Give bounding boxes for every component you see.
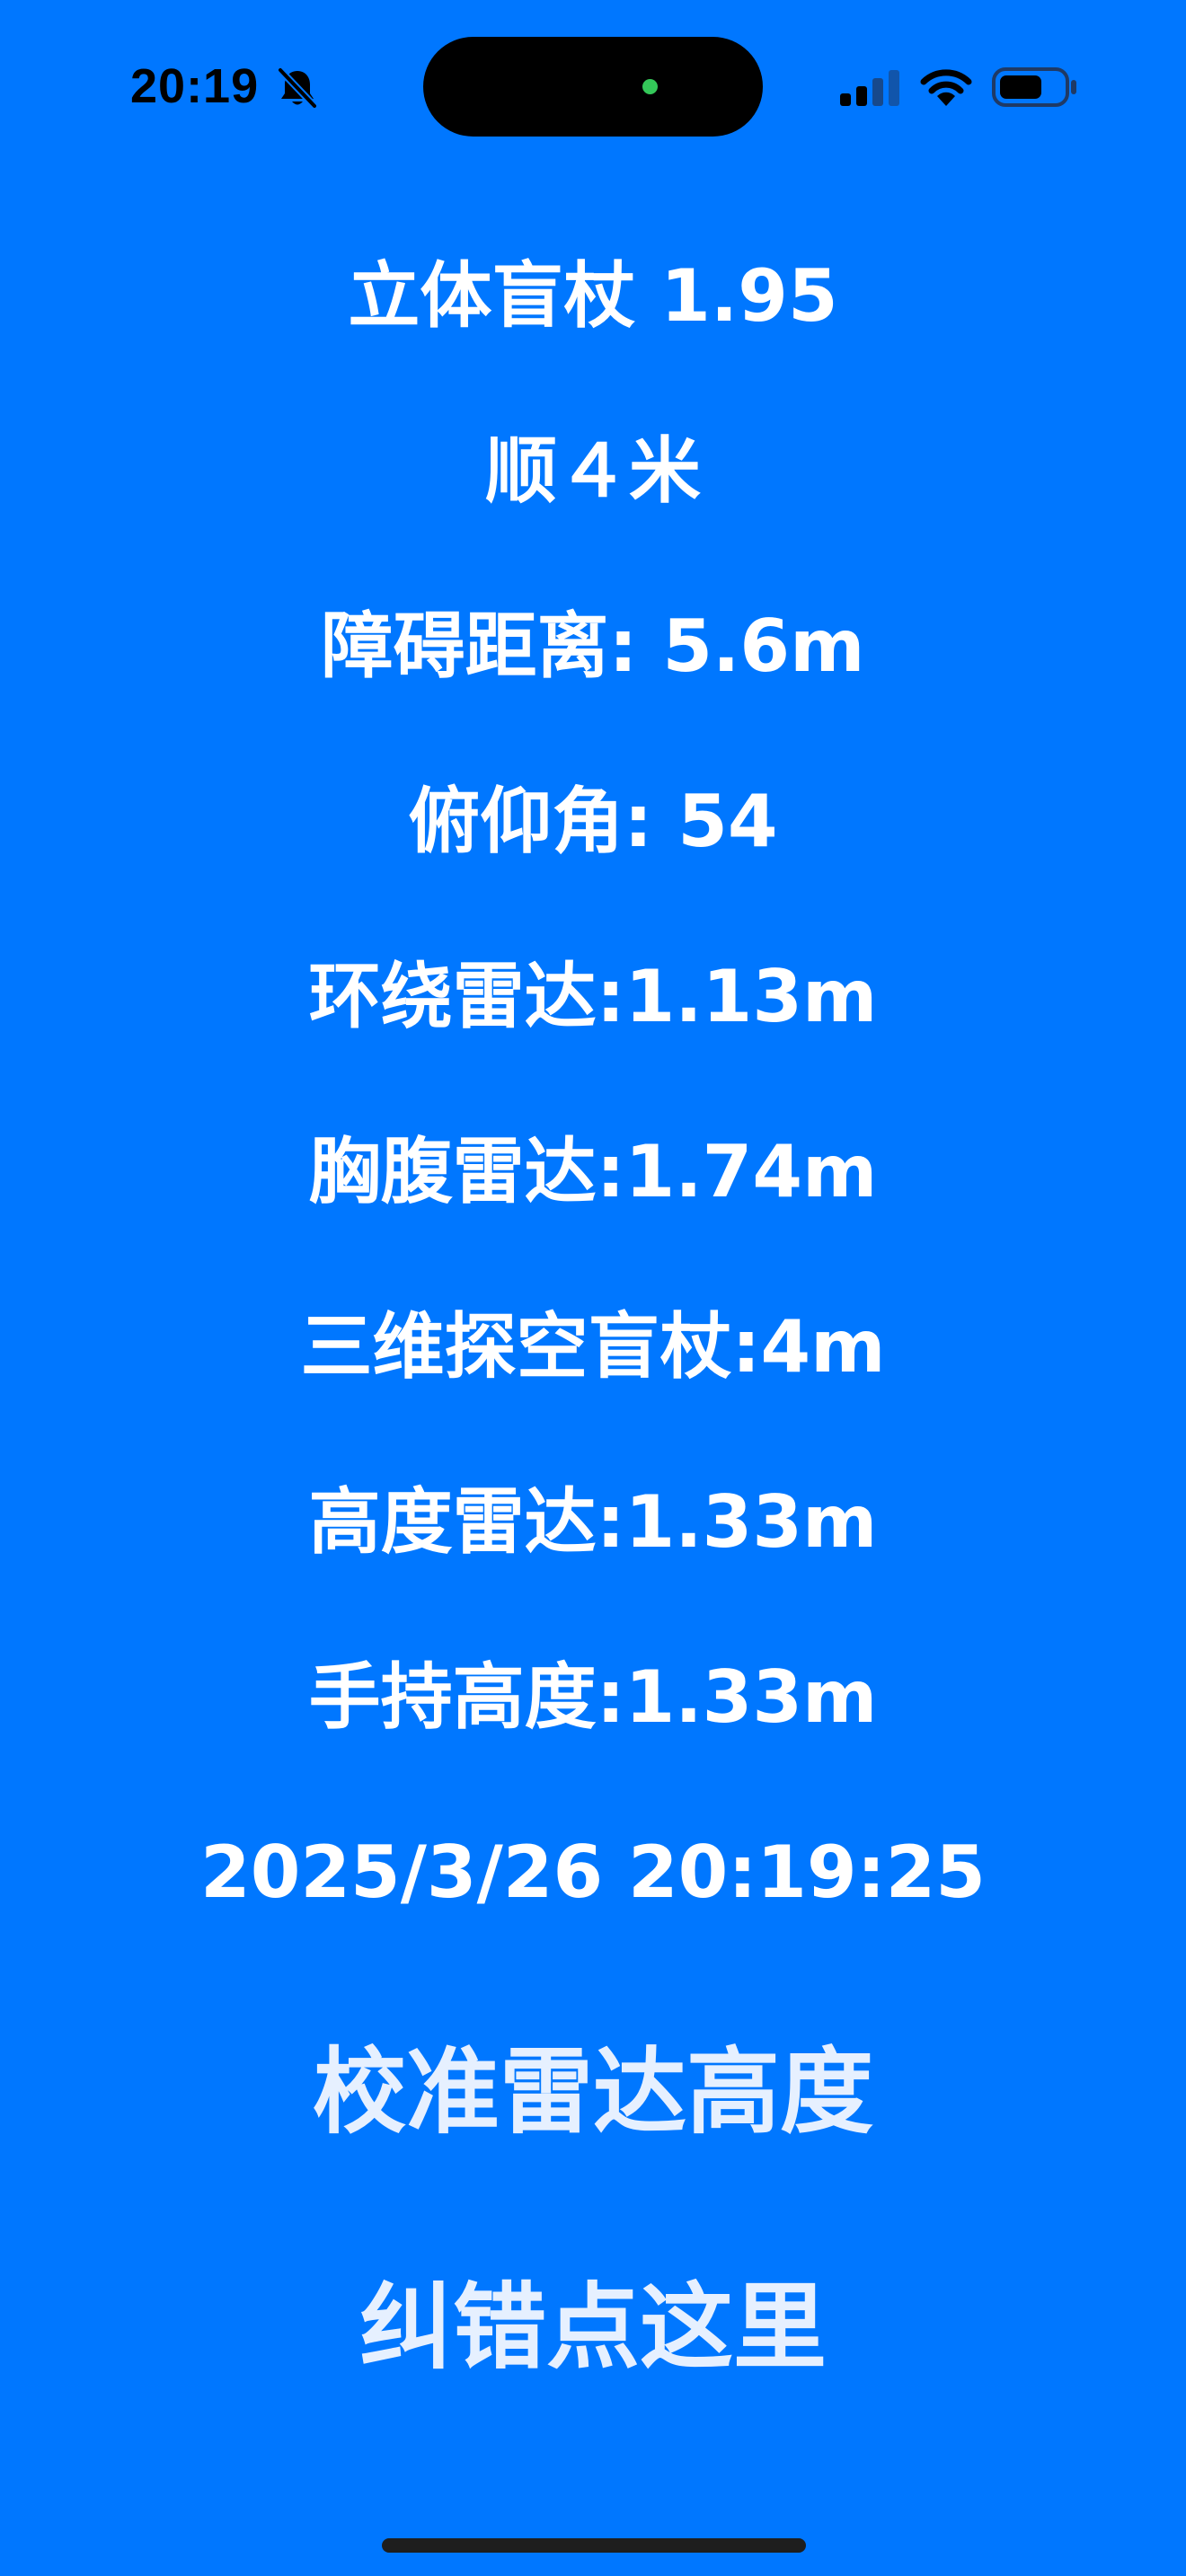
status-bar: 20:19 <box>0 0 1186 171</box>
surround-radar: 环绕雷达:1.13m <box>308 955 878 1038</box>
height-radar: 高度雷达:1.33m <box>308 1480 878 1564</box>
calibrate-radar-height-button[interactable]: 校准雷达高度 <box>0 2033 1186 2150</box>
handheld-height: 手持高度:1.33m <box>308 1655 878 1739</box>
camera-indicator <box>642 79 658 94</box>
pitch-angle: 俯仰角: 54 <box>408 780 778 863</box>
chest-radar: 胸腹雷达:1.74m <box>308 1130 878 1213</box>
error-correction-button[interactable]: 纠错点这里 <box>0 2269 1186 2386</box>
app-title: 立体盲杖 1.95 <box>348 254 838 338</box>
cellular-signal-icon <box>840 70 899 106</box>
bell-slash-icon <box>277 66 318 110</box>
cane-3d-radar: 三维探空盲杖:4m <box>300 1305 886 1389</box>
dynamic-island <box>423 37 763 137</box>
battery-icon <box>992 67 1076 107</box>
obstacle-distance: 障碍距离: 5.6m <box>321 604 865 688</box>
direction-readout: 顺４米 <box>485 429 701 513</box>
home-indicator[interactable] <box>382 2538 806 2553</box>
wifi-icon <box>920 69 972 106</box>
status-time: 20:19 <box>130 59 260 113</box>
datetime-readout: 2025/3/26 20:19:25 <box>200 1831 986 1914</box>
